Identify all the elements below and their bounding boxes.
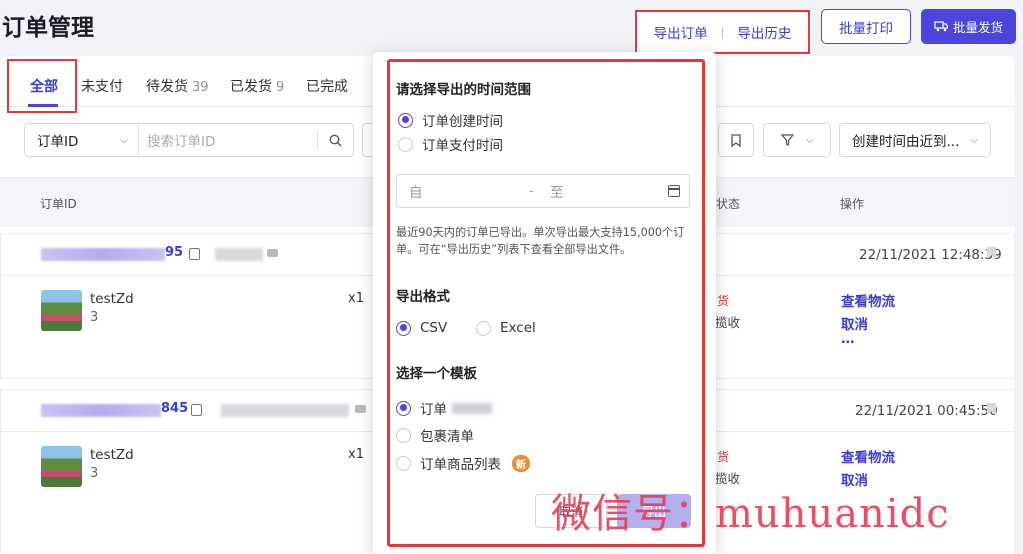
watermark: 微信号：muhuanidc bbox=[551, 491, 950, 537]
template-name-redacted bbox=[452, 402, 492, 414]
more-actions-link[interactable]: … bbox=[841, 331, 855, 347]
batch-print-button[interactable]: 批量打印 bbox=[821, 9, 911, 44]
search-icon[interactable] bbox=[317, 130, 353, 150]
message-icon[interactable] bbox=[267, 249, 278, 257]
status-badge: 货 bbox=[717, 294, 730, 308]
search-filter: 订单ID ⌵ 搜索订单ID bbox=[24, 123, 354, 157]
column-header-actions: 操作 bbox=[840, 197, 865, 211]
chevron-down-icon: ⌵ bbox=[970, 134, 978, 146]
cancel-order-link[interactable]: 取消 bbox=[841, 313, 868, 333]
radio-unchecked bbox=[396, 455, 411, 471]
radio-label: CSV bbox=[420, 320, 448, 336]
radio-checked bbox=[396, 400, 411, 416]
product-variant: 3 bbox=[90, 310, 99, 325]
tab-count: 39 bbox=[192, 80, 209, 95]
radio-unchecked bbox=[476, 320, 491, 336]
export-note: 最近90天内的订单已导出。单次导出最大支持15,000个订单。可在“导出历史”列… bbox=[396, 226, 685, 256]
buyer-redacted bbox=[215, 248, 263, 261]
time-range-title: 请选择导出的时间范围 bbox=[396, 82, 531, 98]
template-option-items[interactable]: 订单商品列表 新 bbox=[396, 453, 530, 473]
sort-select[interactable]: 创建时间由近到... ⌵ bbox=[839, 123, 991, 157]
column-header-status: 状态 bbox=[716, 197, 741, 211]
chevron-down-icon: ⌵ bbox=[805, 134, 814, 146]
view-logistics-link[interactable]: 查看物流 bbox=[841, 446, 895, 466]
page-title: 订单管理 bbox=[2, 15, 94, 41]
calendar-icon bbox=[667, 185, 680, 197]
view-logistics-link[interactable]: 查看物流 bbox=[841, 290, 895, 310]
radio-checked bbox=[396, 320, 411, 336]
product-variant: 3 bbox=[90, 466, 99, 481]
sort-select-value: 创建时间由近到... bbox=[852, 134, 960, 150]
new-badge: 新 bbox=[512, 454, 530, 472]
product-quantity: x1 bbox=[348, 291, 364, 306]
product-quantity: x1 bbox=[348, 447, 364, 462]
tab-label: 已完成 bbox=[306, 79, 348, 95]
date-range-dash: - bbox=[529, 183, 534, 199]
order-id-redacted bbox=[41, 404, 161, 417]
radio-label: 包裹清单 bbox=[420, 429, 474, 445]
export-history-link[interactable]: 导出历史 bbox=[724, 22, 804, 42]
export-link-group: 导出订单 | 导出历史 bbox=[635, 10, 810, 54]
product-thumbnail bbox=[41, 446, 82, 487]
batch-ship-button[interactable]: 批量发货 bbox=[921, 9, 1016, 44]
radio-label: 订单创建时间 bbox=[422, 114, 503, 130]
field-select-value: 订单ID bbox=[37, 134, 79, 150]
order-id-redacted bbox=[41, 248, 165, 261]
field-select[interactable]: 订单ID ⌵ bbox=[25, 124, 139, 156]
tab-completed[interactable]: 已完成 bbox=[306, 76, 348, 96]
product-name: testZd bbox=[90, 291, 134, 307]
template-title: 选择一个模板 bbox=[396, 366, 477, 382]
tab-label: 未支付 bbox=[81, 79, 123, 95]
order-id-link[interactable]: 95 bbox=[165, 245, 183, 260]
funnel-icon bbox=[780, 134, 794, 146]
filter-button[interactable]: ⌵ bbox=[763, 123, 831, 157]
tab-label: 已发货 bbox=[230, 79, 272, 95]
batch-ship-label: 批量发货 bbox=[952, 20, 1003, 35]
order-date: 22/11/2021 00:45:50 bbox=[855, 403, 998, 419]
tab-shipped[interactable]: 已发货 9 bbox=[230, 76, 284, 96]
radio-label: 订单 bbox=[420, 402, 447, 418]
tab-highlight-box bbox=[7, 59, 77, 113]
order-date: 22/11/2021 12:48:39 bbox=[859, 247, 1002, 263]
date-from-placeholder: 自 bbox=[409, 185, 423, 201]
export-order-link[interactable]: 导出订单 bbox=[641, 22, 721, 42]
date-range-picker[interactable]: 自 - 至 bbox=[396, 174, 690, 208]
copy-icon[interactable] bbox=[189, 248, 200, 260]
radio-label: 订单商品列表 bbox=[420, 457, 501, 473]
radio-unchecked bbox=[398, 136, 413, 152]
buyer-redacted bbox=[221, 404, 349, 417]
date-to-placeholder: 至 bbox=[550, 185, 564, 201]
radio-unchecked bbox=[396, 427, 411, 443]
bookmark-icon bbox=[731, 133, 741, 147]
tab-unpaid[interactable]: 未支付 bbox=[81, 76, 123, 96]
order-id-link[interactable]: 845 bbox=[161, 401, 188, 416]
tab-label: 待发货 bbox=[146, 79, 188, 95]
saved-filter-button[interactable] bbox=[718, 123, 754, 157]
product-name: testZd bbox=[90, 447, 134, 463]
tab-count: 9 bbox=[276, 80, 285, 95]
tab-to-ship[interactable]: 待发货 39 bbox=[146, 76, 209, 96]
status-badge: 货 bbox=[717, 450, 730, 464]
truck-icon bbox=[934, 21, 948, 32]
message-icon[interactable] bbox=[355, 405, 366, 413]
radio-label: Excel bbox=[500, 320, 536, 336]
template-option-order[interactable]: 订单 bbox=[396, 398, 492, 418]
status-detail: 揽收 bbox=[715, 315, 741, 330]
product-thumbnail bbox=[41, 290, 82, 331]
format-option-csv[interactable]: CSV bbox=[396, 320, 447, 336]
radio-checked bbox=[398, 112, 413, 128]
chevron-down-icon: ⌵ bbox=[120, 134, 128, 146]
time-option-created[interactable]: 订单创建时间 bbox=[398, 110, 503, 130]
copy-icon[interactable] bbox=[191, 404, 202, 416]
column-header-order-id: 订单ID bbox=[40, 197, 77, 211]
format-option-excel[interactable]: Excel bbox=[476, 320, 536, 336]
format-title: 导出格式 bbox=[396, 289, 450, 305]
radio-label: 订单支付时间 bbox=[422, 138, 503, 154]
search-input[interactable]: 搜索订单ID bbox=[139, 130, 317, 150]
template-option-package[interactable]: 包裹清单 bbox=[396, 425, 474, 445]
time-option-paid[interactable]: 订单支付时间 bbox=[398, 134, 503, 154]
